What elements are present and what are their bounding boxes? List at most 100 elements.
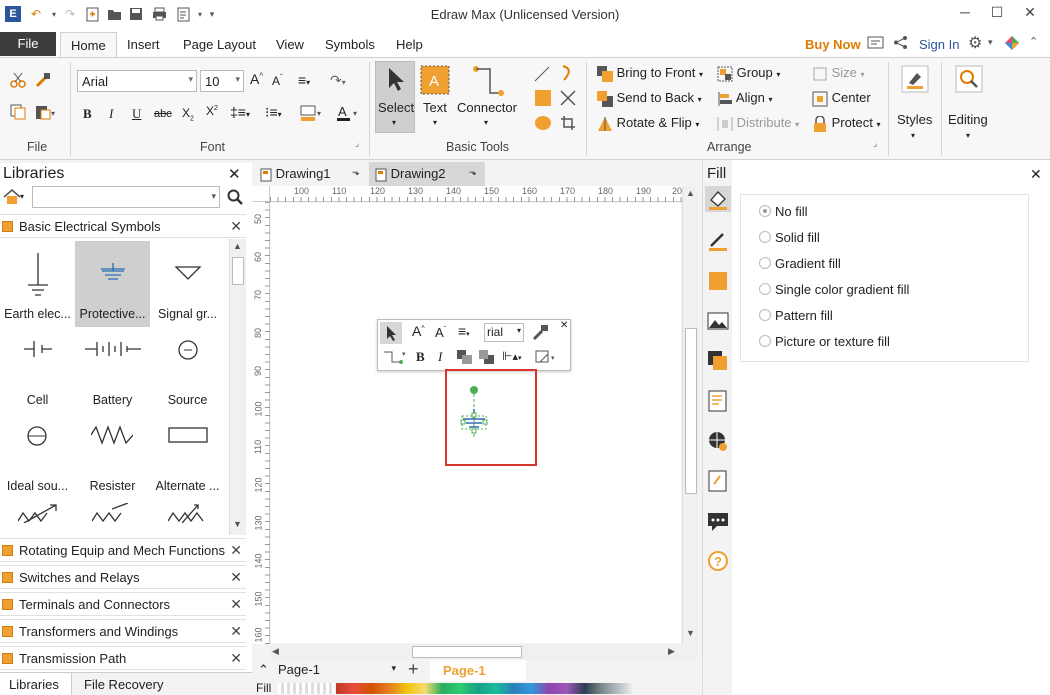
send-to-back-icon[interactable] (478, 349, 496, 368)
connector-style-icon[interactable]: ▾ (382, 348, 406, 369)
close-icon[interactable]: ✕ (1020, 4, 1040, 22)
add-page-icon[interactable]: + (408, 659, 419, 680)
italic-icon[interactable]: I (438, 349, 442, 365)
tab-page-layout[interactable]: Page Layout (183, 37, 256, 52)
tab-libraries[interactable]: Libraries (0, 673, 72, 695)
chevron-down-icon[interactable]: ▾ (20, 192, 24, 201)
format-painter-icon[interactable] (532, 323, 550, 344)
group-button[interactable]: Group ▾ (717, 65, 780, 82)
attachment-icon[interactable] (708, 470, 728, 495)
file-tab[interactable]: File (0, 32, 56, 56)
line-style-icon[interactable]: ▾ (534, 348, 560, 369)
library-switches-relays[interactable]: Switches and Relays ✕ (0, 565, 246, 589)
strikethrough-icon[interactable]: abc (154, 108, 172, 120)
scroll-thumb[interactable] (412, 646, 522, 658)
fill-icon[interactable] (705, 186, 731, 212)
radio-solid-fill[interactable] (759, 231, 771, 243)
radio-pattern-fill[interactable] (759, 309, 771, 321)
close-library-icon[interactable]: ✕ (230, 623, 242, 640)
scroll-down-icon[interactable]: ▼ (233, 519, 242, 529)
distribute-button[interactable]: Distribute ▾ (717, 115, 799, 132)
color-swatches[interactable] (336, 683, 632, 694)
shape-cell[interactable]: Cell (0, 327, 75, 413)
format-painter-icon[interactable] (35, 72, 51, 91)
protect-button[interactable]: Protect ▾ (812, 114, 880, 132)
scroll-left-icon[interactable]: ◀ (272, 646, 279, 657)
page-properties-icon[interactable] (708, 390, 728, 415)
line-spacing-icon[interactable]: ‡≡▾ (230, 104, 250, 120)
font-size-select[interactable]: 10 ▾ (200, 70, 244, 92)
shape-battery[interactable]: Battery (75, 327, 150, 413)
shape-alternate[interactable]: Alternate ... (150, 413, 225, 499)
variable-resistor-icon[interactable] (18, 503, 58, 523)
shape-ideal-source[interactable]: Ideal sou... (0, 413, 75, 499)
close-fill-panel-icon[interactable]: ✕ (1030, 166, 1042, 183)
grow-font-icon[interactable]: A^ (412, 323, 425, 339)
scroll-up-icon[interactable]: ▲ (233, 241, 242, 251)
font-name-select[interactable]: Arial ▾ (77, 70, 197, 92)
shrink-font-icon[interactable]: Aˇ (435, 325, 446, 340)
cart-icon[interactable] (867, 35, 884, 53)
line-tool-icon[interactable] (534, 66, 550, 85)
chevron-up-icon[interactable]: ⌃ (258, 662, 269, 678)
no-color-swatch[interactable] (278, 683, 334, 694)
tab-view[interactable]: View (276, 37, 304, 52)
tab-insert[interactable]: Insert (127, 37, 160, 52)
tab-home[interactable]: Home (60, 32, 117, 58)
home-icon[interactable] (3, 189, 21, 208)
radio-no-fill[interactable] (759, 205, 771, 217)
text-align-icon[interactable]: ≡▾ (298, 72, 310, 88)
buy-now-link[interactable]: Buy Now (805, 37, 861, 52)
scroll-right-icon[interactable]: ▶ (668, 646, 675, 657)
library-terminals-connectors[interactable]: Terminals and Connectors ✕ (0, 592, 246, 616)
chevron-down-icon[interactable]: ▾ (211, 191, 216, 202)
text-direction-icon[interactable]: ↷▾ (330, 72, 346, 89)
close-library-icon[interactable]: ✕ (230, 650, 242, 667)
sign-in-link[interactable]: Sign In (919, 37, 959, 52)
select-tool-button[interactable]: Select ▾ (375, 61, 415, 133)
text-align-icon[interactable]: ≡▾ (458, 323, 470, 339)
bold-icon[interactable]: B (416, 349, 425, 365)
search-icon[interactable] (227, 189, 243, 208)
scroll-thumb[interactable] (232, 257, 244, 285)
rotate-flip-button[interactable]: Rotate & Flip ▾ (597, 115, 699, 132)
bold-icon[interactable]: B (83, 106, 92, 122)
library-transmission-path[interactable]: Transmission Path ✕ (0, 646, 246, 670)
radio-single-color-gradient-fill[interactable] (759, 283, 771, 295)
shadow-icon[interactable] (707, 270, 729, 295)
text-tool-button[interactable]: A Text ▾ (420, 63, 452, 133)
tab-symbols[interactable]: Symbols (325, 37, 375, 52)
align-button[interactable]: Align ▾ (717, 90, 772, 107)
protective-earth-shape[interactable] (457, 383, 493, 443)
tab-help[interactable]: Help (396, 37, 423, 52)
arc-tool-icon[interactable] (560, 64, 576, 85)
italic-icon[interactable]: I (109, 106, 113, 122)
size-button[interactable]: Size ▾ (812, 65, 865, 82)
maximize-icon[interactable]: ☐ (987, 4, 1007, 22)
share-icon[interactable] (893, 35, 908, 53)
radio-picture-texture-fill[interactable] (759, 335, 771, 347)
tab-drawing1[interactable]: Drawing1 ⬎ (254, 162, 366, 186)
subscript-icon[interactable]: X2 (182, 106, 194, 122)
help-icon[interactable]: ? (707, 550, 729, 575)
radio-gradient-fill[interactable] (759, 257, 771, 269)
drawing-page[interactable]: A^ Aˇ ≡▾ rial ▾ ✕ ▾ B I ⊩▴▾ ▾ (271, 203, 681, 643)
scroll-down-icon[interactable]: ▼ (686, 628, 695, 638)
cut-icon[interactable] (10, 72, 26, 91)
shape-source[interactable]: Source (150, 327, 225, 413)
ribbon-collapse-icon[interactable]: ⌃ (1029, 35, 1038, 48)
library-transformers-windings[interactable]: Transformers and Windings ✕ (0, 619, 246, 643)
minimize-icon[interactable]: ─ (955, 4, 975, 22)
library-basic-electrical[interactable]: Basic Electrical Symbols ✕ (0, 214, 246, 238)
font-color-icon[interactable]: A ▾ (336, 104, 360, 125)
floatbar-font-select[interactable]: rial ▾ (484, 323, 524, 342)
close-tab-icon[interactable]: ⬎ (469, 167, 477, 178)
page-select[interactable]: Page-1 ▾ (278, 662, 398, 680)
rotate-handle[interactable] (470, 386, 478, 394)
preset-resistor-icon[interactable] (168, 503, 208, 523)
gear-icon[interactable]: ⚙ (968, 33, 982, 53)
shape-signal-ground[interactable]: Signal gr... (150, 241, 225, 327)
hyperlink-icon[interactable] (707, 430, 729, 455)
tab-drawing2[interactable]: Drawing2 ⬎ (369, 162, 485, 186)
comment-icon[interactable] (707, 510, 729, 535)
